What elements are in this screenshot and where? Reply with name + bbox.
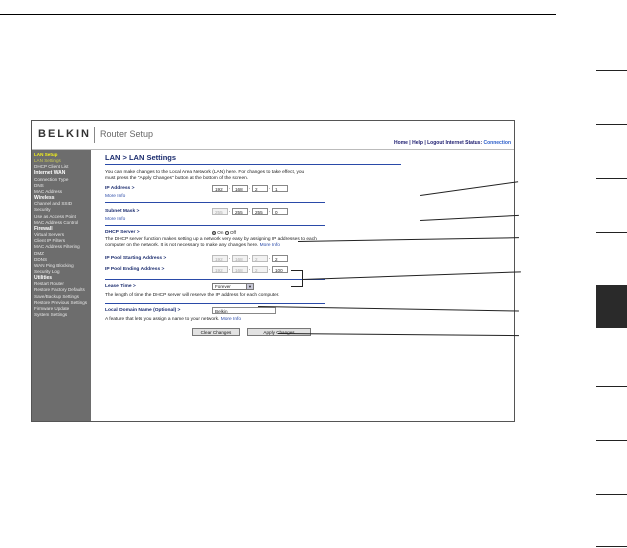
header-links[interactable]: Home | Help | Logout Internet Status: Co… [394, 140, 511, 146]
separator [105, 225, 325, 227]
subnet-mask-label: Subnet Mask > [105, 209, 140, 215]
section-tab-rule [596, 494, 627, 495]
sidebar-item[interactable]: Restore Previous Settings [32, 300, 91, 306]
pool-end-octet-2: 168 [232, 266, 248, 274]
callout-bracket-top [291, 270, 303, 271]
pool-end-octet-3: 2 [252, 266, 268, 274]
pool-start-octet-2: 168 [232, 255, 248, 263]
dhcp-on-radio[interactable] [212, 230, 216, 235]
domain-description-text: A feature that lets you assign a name to… [105, 316, 220, 322]
callout-bracket-bottom [291, 286, 303, 287]
ip-octet-1[interactable]: 192 [212, 185, 228, 193]
subnet-octet-2[interactable]: 255 [232, 208, 248, 216]
page-top-rule [0, 14, 556, 15]
dhcp-description-text: The DHCP server function makes setting u… [105, 237, 317, 248]
lease-time-select[interactable]: Forever ▼ [212, 283, 254, 291]
section-tab-rule [596, 386, 627, 387]
lease-time-label: Lease Time > [105, 284, 136, 290]
page-title: LAN > LAN Settings [105, 153, 177, 162]
separator [105, 202, 325, 204]
apply-changes-button[interactable]: Apply Changes [247, 327, 311, 336]
pool-start-octet-1: 192 [212, 255, 228, 263]
separator [105, 279, 325, 281]
ip-octet-3[interactable]: 2 [252, 185, 268, 193]
section-tab-rule [596, 70, 627, 71]
dhcp-more-info-link[interactable]: More Info [260, 243, 280, 248]
title-separator [105, 164, 401, 165]
sidebar-nav: LAN Setup LAN Settings DHCP Client List Int… [32, 150, 91, 421]
header-links-text[interactable]: Home | Help | Logout Internet Status: [394, 140, 482, 146]
dhcp-description: The DHCP server function makes setting u… [105, 237, 317, 248]
section-tab-rule [596, 178, 627, 179]
header-divider [94, 127, 95, 143]
pool-end-label: IP Pool Ending Address > [105, 267, 165, 273]
section-tab-rule [596, 124, 627, 125]
dhcp-radio-group: On Off [212, 230, 236, 235]
internet-status: Connection [483, 140, 512, 146]
section-tab-active [596, 285, 627, 328]
lease-description: The length of time the DHCP server will … [105, 293, 280, 299]
subnet-octet-3[interactable]: 255 [252, 208, 268, 216]
sidebar-item[interactable]: Restore Factory Defaults [32, 287, 91, 293]
subnet-octet-4[interactable]: 0 [272, 208, 288, 216]
pool-end-octet-4[interactable]: 100 [272, 266, 288, 274]
domain-description: A feature that lets you assign a name to… [105, 317, 405, 323]
subnet-octet-1: 255 [212, 208, 228, 216]
domain-name-input[interactable]: Belkin [212, 306, 276, 314]
pool-end-octet-1: 192 [212, 266, 228, 274]
separator [105, 302, 325, 304]
dhcp-off-label: Off [229, 230, 237, 236]
lease-time-value: Forever [215, 284, 231, 290]
main-content: LAN > LAN Settings You can make changes … [105, 153, 405, 339]
sidebar-item[interactable]: System Settings [32, 312, 91, 318]
domain-name-label: Local Domain Name (Optional) > [105, 307, 181, 313]
subnet-more-info-link[interactable]: More Info [105, 217, 405, 222]
ip-octet-2[interactable]: 168 [232, 185, 248, 193]
domain-more-info-link[interactable]: More Info [221, 317, 241, 322]
ip-octet-4[interactable]: 1 [272, 185, 288, 193]
section-tab-rule [596, 440, 627, 441]
chevron-down-icon[interactable]: ▼ [246, 284, 253, 290]
clear-changes-button[interactable]: Clear Changes [192, 327, 240, 336]
pool-start-label: IP Pool Starting Address > [105, 256, 167, 262]
section-tab-rule [596, 546, 627, 547]
ip-more-info-link[interactable]: More Info [105, 194, 405, 199]
belkin-logo: BELKIN [38, 128, 91, 140]
app-title: Router Setup [100, 129, 154, 139]
ip-address-label: IP Address > [105, 186, 135, 192]
dhcp-off-radio[interactable] [224, 230, 229, 235]
router-header: BELKIN Router Setup Home | Help | Logout… [32, 121, 514, 150]
pool-start-octet-3: 2 [252, 255, 268, 263]
router-screenshot: BELKIN Router Setup Home | Help | Logout… [31, 120, 515, 422]
dhcp-on-label: On [217, 230, 224, 236]
pool-start-octet-4[interactable]: 2 [272, 255, 288, 263]
section-tab-rule [596, 232, 627, 233]
dhcp-server-label: DHCP Server > [105, 230, 140, 236]
intro-text: You can make changes to the Local Area N… [105, 170, 305, 181]
